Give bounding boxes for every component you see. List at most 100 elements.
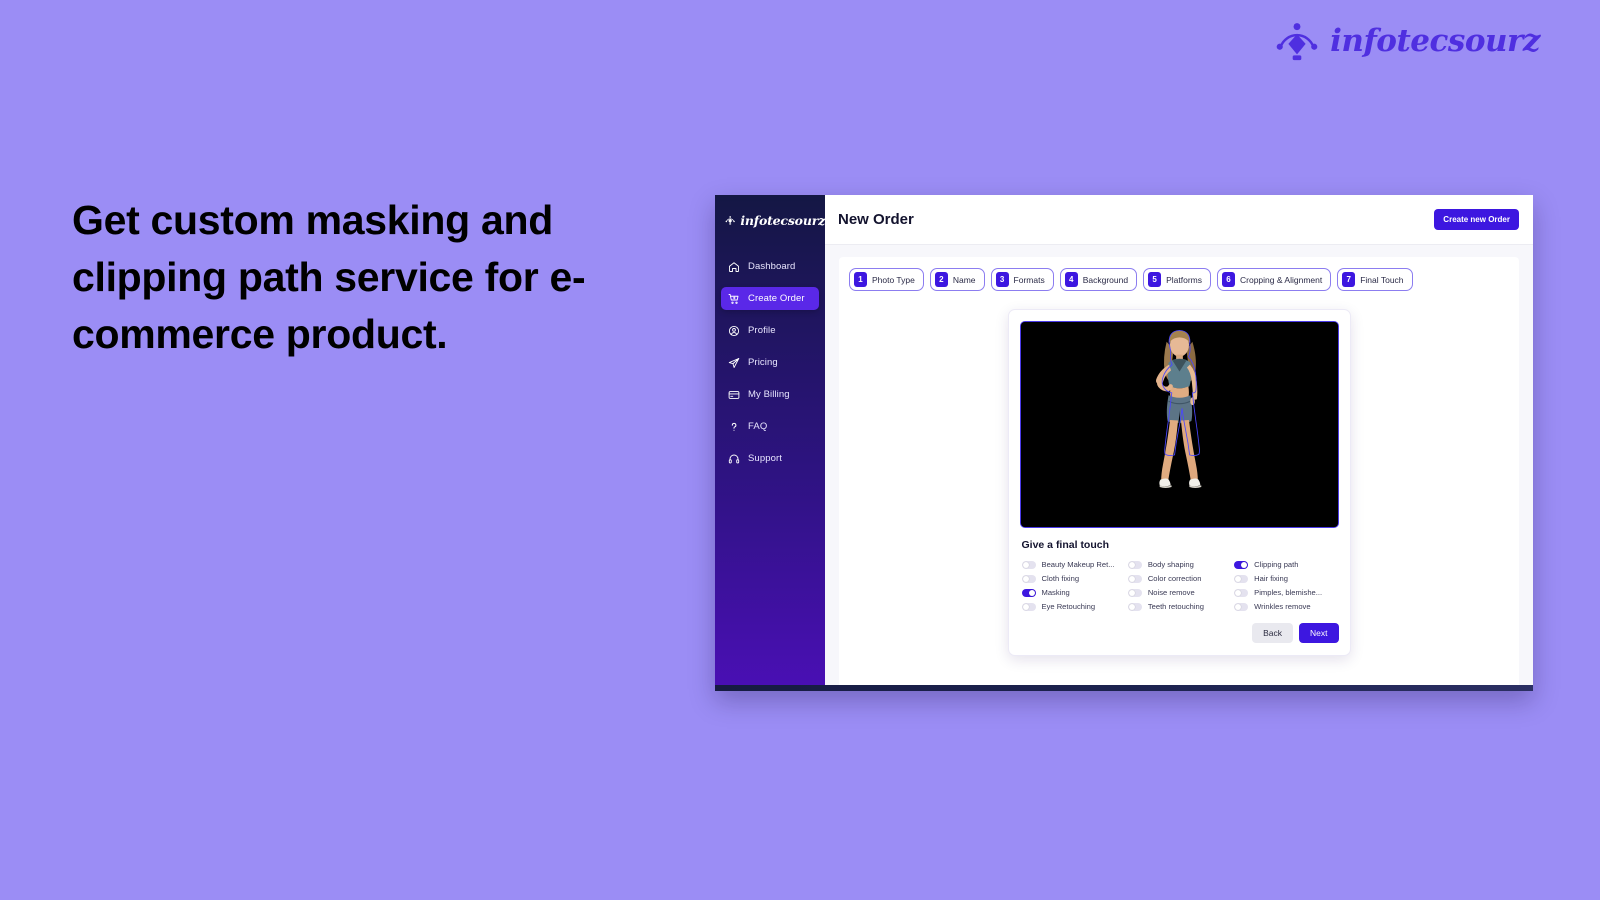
toggle-switch[interactable]: [1234, 574, 1249, 583]
final-touch-card: Give a final touch Beauty Makeup Ret... …: [1007, 309, 1351, 656]
step-label: Background: [1082, 274, 1129, 285]
paper-plane-icon: [728, 357, 740, 369]
home-icon: [728, 261, 740, 273]
toggle-label: Masking: [1041, 588, 1070, 597]
final-touch-section-title: Give a final touch: [1021, 539, 1110, 551]
create-new-order-button[interactable]: Create new Order: [1434, 209, 1519, 230]
brand-wordmark: infotecsourz: [1330, 23, 1540, 59]
sidebar-item-label: FAQ: [748, 421, 768, 432]
toggle-label: Body shaping: [1147, 560, 1194, 569]
toggle-switch[interactable]: [1234, 588, 1249, 597]
toggle-switch[interactable]: [1021, 574, 1036, 583]
step-number: 6: [1222, 272, 1235, 287]
toggle-label: Hair fixing: [1254, 574, 1288, 583]
sidebar-item-faq[interactable]: FAQ: [721, 415, 819, 438]
step-formats[interactable]: 3 Formats: [990, 268, 1054, 291]
toggle-eye-retouching[interactable]: Eye Retouching: [1021, 602, 1124, 611]
sidebar-item-create-order[interactable]: Create Order: [721, 287, 819, 310]
step-number: 5: [1148, 272, 1162, 287]
back-button[interactable]: Back: [1252, 623, 1294, 643]
step-number: 3: [995, 272, 1009, 287]
toggle-label: Wrinkles remove: [1254, 602, 1311, 611]
toggle-switch[interactable]: [1234, 560, 1249, 569]
toggle-beauty-makeup-retouch[interactable]: Beauty Makeup Ret...: [1021, 560, 1124, 569]
pen-tool-anchor-icon: [1274, 18, 1320, 64]
credit-card-icon: [728, 389, 740, 401]
content-region: 1 Photo Type 2 Name 3 Formats 4 Backgrou…: [825, 245, 1533, 691]
toggle-switch[interactable]: [1021, 602, 1036, 611]
sidebar-brand-label: infotecsourz: [740, 213, 825, 228]
step-cropping-alignment[interactable]: 6 Cropping & Alignment: [1217, 268, 1332, 291]
brand-logo: infotecsourz: [1274, 18, 1540, 64]
sidebar-item-support[interactable]: Support: [721, 447, 819, 470]
toggle-switch[interactable]: [1021, 560, 1036, 569]
toggle-teeth-retouching[interactable]: Teeth retouching: [1127, 602, 1230, 611]
wizard-actions: Back Next: [1020, 623, 1339, 643]
toggle-switch[interactable]: [1021, 588, 1036, 597]
toggle-wrinkles-remove[interactable]: Wrinkles remove: [1234, 602, 1336, 611]
step-label: Cropping & Alignment: [1240, 274, 1323, 285]
toggle-label: Teeth retouching: [1147, 602, 1204, 611]
toggle-label: Cloth fixing: [1041, 574, 1080, 583]
headset-icon: [728, 453, 740, 465]
step-name[interactable]: 2 Name: [929, 268, 985, 291]
step-label: Platforms: [1166, 274, 1202, 285]
step-platforms[interactable]: 5 Platforms: [1143, 268, 1211, 291]
toggle-label: Noise remove: [1147, 588, 1195, 597]
toggle-switch[interactable]: [1234, 602, 1249, 611]
toggle-switch[interactable]: [1127, 602, 1142, 611]
sidebar-nav: Dashboard Create Order Profile Pricing M…: [715, 255, 825, 470]
page-headline: Get custom masking and clipping path ser…: [72, 197, 586, 357]
sidebar-item-label: Profile: [748, 325, 776, 336]
step-label: Photo Type: [872, 274, 915, 285]
toggle-label: Color correction: [1147, 574, 1202, 583]
toggle-body-shaping[interactable]: Body shaping: [1127, 560, 1230, 569]
step-number: 4: [1064, 272, 1078, 287]
step-label: Name: [952, 274, 976, 285]
order-stepper: 1 Photo Type 2 Name 3 Formats 4 Backgrou…: [849, 268, 1509, 291]
next-button[interactable]: Next: [1299, 623, 1339, 643]
toggle-color-correction[interactable]: Color correction: [1127, 574, 1230, 583]
sidebar-item-label: Create Order: [748, 293, 805, 304]
step-label: Formats: [1013, 274, 1045, 285]
toggle-label: Pimples, blemishe...: [1254, 588, 1323, 597]
toggle-masking[interactable]: Masking: [1021, 588, 1124, 597]
sidebar-brand: infotecsourz: [715, 208, 825, 229]
sidebar-item-label: Pricing: [748, 357, 778, 368]
question-mark-icon: [728, 421, 740, 433]
toggle-switch[interactable]: [1127, 574, 1142, 583]
step-label: Final Touch: [1360, 274, 1404, 285]
sidebar-item-label: My Billing: [748, 389, 790, 400]
step-final-touch[interactable]: 7 Final Touch: [1337, 268, 1413, 291]
sidebar-item-pricing[interactable]: Pricing: [721, 351, 819, 374]
user-circle-icon: [728, 325, 740, 337]
toggle-label: Clipping path: [1254, 560, 1299, 569]
toggle-noise-remove[interactable]: Noise remove: [1127, 588, 1230, 597]
step-background[interactable]: 4 Background: [1059, 268, 1138, 291]
toggle-switch[interactable]: [1127, 560, 1142, 569]
sidebar-item-dashboard[interactable]: Dashboard: [721, 255, 819, 278]
app-window-screenshot: infotecsourz Dashboard Create Order Prof…: [715, 195, 1533, 691]
topbar: New Order Create new Order: [825, 195, 1533, 245]
sidebar-item-label: Support: [748, 453, 782, 464]
page-title: New Order: [838, 211, 914, 228]
toggle-hair-fixing[interactable]: Hair fixing: [1234, 574, 1336, 583]
toggle-clipping-path[interactable]: Clipping path: [1234, 560, 1336, 569]
step-number: 2: [934, 272, 948, 287]
pen-tool-anchor-icon: [725, 212, 735, 229]
step-photo-type[interactable]: 1 Photo Type: [849, 268, 924, 291]
sidebar-item-my-billing[interactable]: My Billing: [721, 383, 819, 406]
final-touch-options: Beauty Makeup Ret... Body shaping Clippi…: [1020, 560, 1339, 611]
toggle-pimples-blemishes[interactable]: Pimples, blemishe...: [1234, 588, 1336, 597]
step-number: 1: [854, 272, 867, 287]
sidebar-item-label: Dashboard: [748, 261, 796, 272]
product-photo-preview: [1019, 321, 1339, 528]
step-number: 7: [1342, 272, 1356, 287]
toggle-label: Eye Retouching: [1041, 602, 1096, 611]
toggle-switch[interactable]: [1127, 588, 1142, 597]
cart-plus-icon: [728, 293, 740, 305]
sidebar-item-profile[interactable]: Profile: [721, 319, 819, 342]
toggle-cloth-fixing[interactable]: Cloth fixing: [1021, 574, 1124, 583]
main-area: New Order Create new Order 1 Photo Type …: [825, 195, 1533, 691]
sidebar: infotecsourz Dashboard Create Order Prof…: [715, 195, 825, 691]
